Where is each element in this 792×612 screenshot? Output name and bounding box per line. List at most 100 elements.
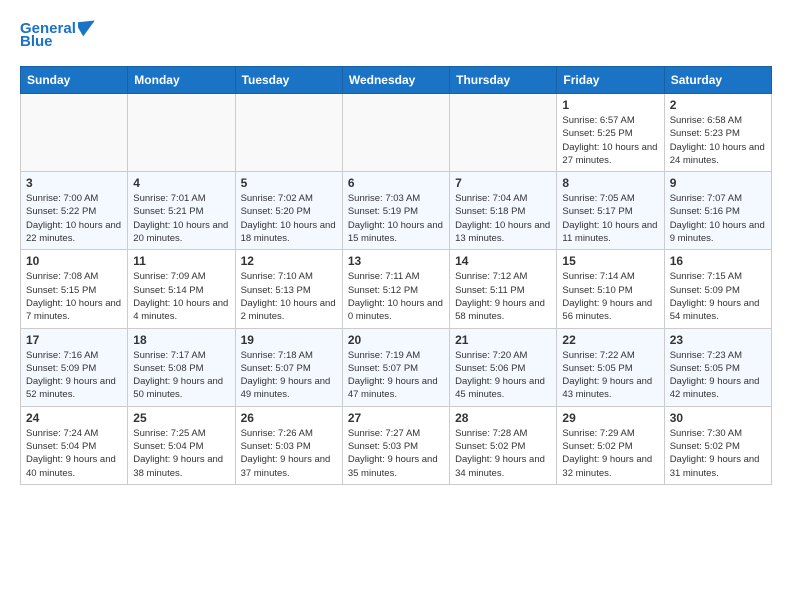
day-info: Sunrise: 7:14 AM Sunset: 5:10 PM Dayligh…	[562, 270, 658, 323]
day-info: Sunrise: 7:12 AM Sunset: 5:11 PM Dayligh…	[455, 270, 551, 323]
calendar-cell: 10Sunrise: 7:08 AM Sunset: 5:15 PM Dayli…	[21, 250, 128, 328]
day-number: 17	[26, 333, 122, 347]
day-info: Sunrise: 6:58 AM Sunset: 5:23 PM Dayligh…	[670, 114, 766, 167]
calendar-cell: 16 Sunrise: 7:15 AM Sunset: 5:09 PM Dayli…	[664, 250, 771, 328]
day-number: 25	[133, 411, 229, 425]
calendar-cell: 15 Sunrise: 7:14 AM Sunset: 5:10 PM Dayli…	[557, 250, 664, 328]
day-number: 22	[562, 333, 658, 347]
calendar-cell: 21 Sunrise: 7:20 AM Sunset: 5:06 PM Dayli…	[450, 328, 557, 406]
day-number: 16	[670, 254, 766, 268]
calendar: SundayMondayTuesdayWednesdayThursdayFrid…	[20, 66, 772, 485]
day-number: 10	[26, 254, 122, 268]
page: General Blue SundayMondayTuesdayWednesda…	[0, 0, 792, 495]
calendar-cell: 9 Sunrise: 7:07 AM Sunset: 5:16 PM Daylig…	[664, 172, 771, 250]
day-info: Sunrise: 7:30 AM Sunset: 5:02 PM Dayligh…	[670, 427, 766, 480]
weekday-header-wednesday: Wednesday	[342, 67, 449, 94]
calendar-cell: 29Sunrise: 7:29 AM Sunset: 5:02 PM Dayli…	[557, 406, 664, 484]
calendar-cell: 2 Sunrise: 6:58 AM Sunset: 5:23 PM Daylig…	[664, 94, 771, 172]
day-info: Sunrise: 7:04 AM Sunset: 5:18 PM Dayligh…	[455, 192, 551, 245]
week-row-5: 24 Sunrise: 7:24 AM Sunset: 5:04 PM Dayli…	[21, 406, 772, 484]
day-number: 4	[133, 176, 229, 190]
day-info: Sunrise: 7:24 AM Sunset: 5:04 PM Dayligh…	[26, 427, 122, 480]
logo-blue: Blue	[20, 33, 53, 50]
day-number: 18	[133, 333, 229, 347]
day-number: 21	[455, 333, 551, 347]
day-info: Sunrise: 7:17 AM Sunset: 5:08 PM Dayligh…	[133, 349, 229, 402]
day-number: 8	[562, 176, 658, 190]
week-row-4: 17Sunrise: 7:16 AM Sunset: 5:09 PM Dayli…	[21, 328, 772, 406]
day-number: 24	[26, 411, 122, 425]
day-info: Sunrise: 7:10 AM Sunset: 5:13 PM Dayligh…	[241, 270, 337, 323]
day-info: Sunrise: 7:11 AM Sunset: 5:12 PM Dayligh…	[348, 270, 444, 323]
day-number: 3	[26, 176, 122, 190]
day-info: Sunrise: 7:15 AM Sunset: 5:09 PM Dayligh…	[670, 270, 766, 323]
calendar-cell	[21, 94, 128, 172]
day-number: 9	[670, 176, 766, 190]
day-info: Sunrise: 6:57 AM Sunset: 5:25 PM Dayligh…	[562, 114, 658, 167]
day-number: 13	[348, 254, 444, 268]
day-info: Sunrise: 7:20 AM Sunset: 5:06 PM Dayligh…	[455, 349, 551, 402]
calendar-cell: 22 Sunrise: 7:22 AM Sunset: 5:05 PM Dayli…	[557, 328, 664, 406]
weekday-header-monday: Monday	[128, 67, 235, 94]
header: General Blue	[20, 20, 772, 50]
week-row-1: 1Sunrise: 6:57 AM Sunset: 5:25 PM Daylig…	[21, 94, 772, 172]
weekday-header-row: SundayMondayTuesdayWednesdayThursdayFrid…	[21, 67, 772, 94]
day-info: Sunrise: 7:28 AM Sunset: 5:02 PM Dayligh…	[455, 427, 551, 480]
calendar-cell: 26Sunrise: 7:26 AM Sunset: 5:03 PM Dayli…	[235, 406, 342, 484]
calendar-cell: 28 Sunrise: 7:28 AM Sunset: 5:02 PM Dayli…	[450, 406, 557, 484]
day-info: Sunrise: 7:07 AM Sunset: 5:16 PM Dayligh…	[670, 192, 766, 245]
week-row-3: 10Sunrise: 7:08 AM Sunset: 5:15 PM Dayli…	[21, 250, 772, 328]
day-info: Sunrise: 7:02 AM Sunset: 5:20 PM Dayligh…	[241, 192, 337, 245]
calendar-cell: 3Sunrise: 7:00 AM Sunset: 5:22 PM Daylig…	[21, 172, 128, 250]
day-info: Sunrise: 7:01 AM Sunset: 5:21 PM Dayligh…	[133, 192, 229, 245]
day-info: Sunrise: 7:27 AM Sunset: 5:03 PM Dayligh…	[348, 427, 444, 480]
day-info: Sunrise: 7:25 AM Sunset: 5:04 PM Dayligh…	[133, 427, 229, 480]
day-number: 28	[455, 411, 551, 425]
calendar-cell: 19 Sunrise: 7:18 AM Sunset: 5:07 PM Dayli…	[235, 328, 342, 406]
day-number: 27	[348, 411, 444, 425]
weekday-header-friday: Friday	[557, 67, 664, 94]
day-number: 7	[455, 176, 551, 190]
calendar-cell: 23 Sunrise: 7:23 AM Sunset: 5:05 PM Dayli…	[664, 328, 771, 406]
day-number: 2	[670, 98, 766, 112]
weekday-header-sunday: Sunday	[21, 67, 128, 94]
calendar-cell	[235, 94, 342, 172]
day-number: 15	[562, 254, 658, 268]
day-number: 14	[455, 254, 551, 268]
day-info: Sunrise: 7:05 AM Sunset: 5:17 PM Dayligh…	[562, 192, 658, 245]
day-info: Sunrise: 7:03 AM Sunset: 5:19 PM Dayligh…	[348, 192, 444, 245]
day-number: 23	[670, 333, 766, 347]
calendar-cell: 6 Sunrise: 7:03 AM Sunset: 5:19 PM Daylig…	[342, 172, 449, 250]
calendar-cell	[342, 94, 449, 172]
day-number: 26	[241, 411, 337, 425]
calendar-cell: 11Sunrise: 7:09 AM Sunset: 5:14 PM Dayli…	[128, 250, 235, 328]
calendar-cell: 20 Sunrise: 7:19 AM Sunset: 5:07 PM Dayli…	[342, 328, 449, 406]
day-info: Sunrise: 7:22 AM Sunset: 5:05 PM Dayligh…	[562, 349, 658, 402]
calendar-cell: 12 Sunrise: 7:10 AM Sunset: 5:13 PM Dayli…	[235, 250, 342, 328]
weekday-header-tuesday: Tuesday	[235, 67, 342, 94]
calendar-cell: 17Sunrise: 7:16 AM Sunset: 5:09 PM Dayli…	[21, 328, 128, 406]
day-info: Sunrise: 7:23 AM Sunset: 5:05 PM Dayligh…	[670, 349, 766, 402]
day-number: 6	[348, 176, 444, 190]
weekday-header-thursday: Thursday	[450, 67, 557, 94]
calendar-cell: 18 Sunrise: 7:17 AM Sunset: 5:08 PM Dayli…	[128, 328, 235, 406]
day-info: Sunrise: 7:18 AM Sunset: 5:07 PM Dayligh…	[241, 349, 337, 402]
calendar-cell: 4 Sunrise: 7:01 AM Sunset: 5:21 PM Daylig…	[128, 172, 235, 250]
weekday-header-saturday: Saturday	[664, 67, 771, 94]
calendar-cell: 8 Sunrise: 7:05 AM Sunset: 5:17 PM Daylig…	[557, 172, 664, 250]
calendar-cell	[450, 94, 557, 172]
day-number: 5	[241, 176, 337, 190]
logo-arrow-icon	[78, 17, 98, 37]
day-number: 30	[670, 411, 766, 425]
calendar-cell: 30 Sunrise: 7:30 AM Sunset: 5:02 PM Dayli…	[664, 406, 771, 484]
day-info: Sunrise: 7:19 AM Sunset: 5:07 PM Dayligh…	[348, 349, 444, 402]
calendar-cell: 27 Sunrise: 7:27 AM Sunset: 5:03 PM Dayli…	[342, 406, 449, 484]
day-number: 19	[241, 333, 337, 347]
calendar-cell: 1Sunrise: 6:57 AM Sunset: 5:25 PM Daylig…	[557, 94, 664, 172]
day-number: 20	[348, 333, 444, 347]
day-number: 12	[241, 254, 337, 268]
calendar-cell: 7 Sunrise: 7:04 AM Sunset: 5:18 PM Daylig…	[450, 172, 557, 250]
day-info: Sunrise: 7:09 AM Sunset: 5:14 PM Dayligh…	[133, 270, 229, 323]
day-info: Sunrise: 7:29 AM Sunset: 5:02 PM Dayligh…	[562, 427, 658, 480]
calendar-cell: 14 Sunrise: 7:12 AM Sunset: 5:11 PM Dayli…	[450, 250, 557, 328]
